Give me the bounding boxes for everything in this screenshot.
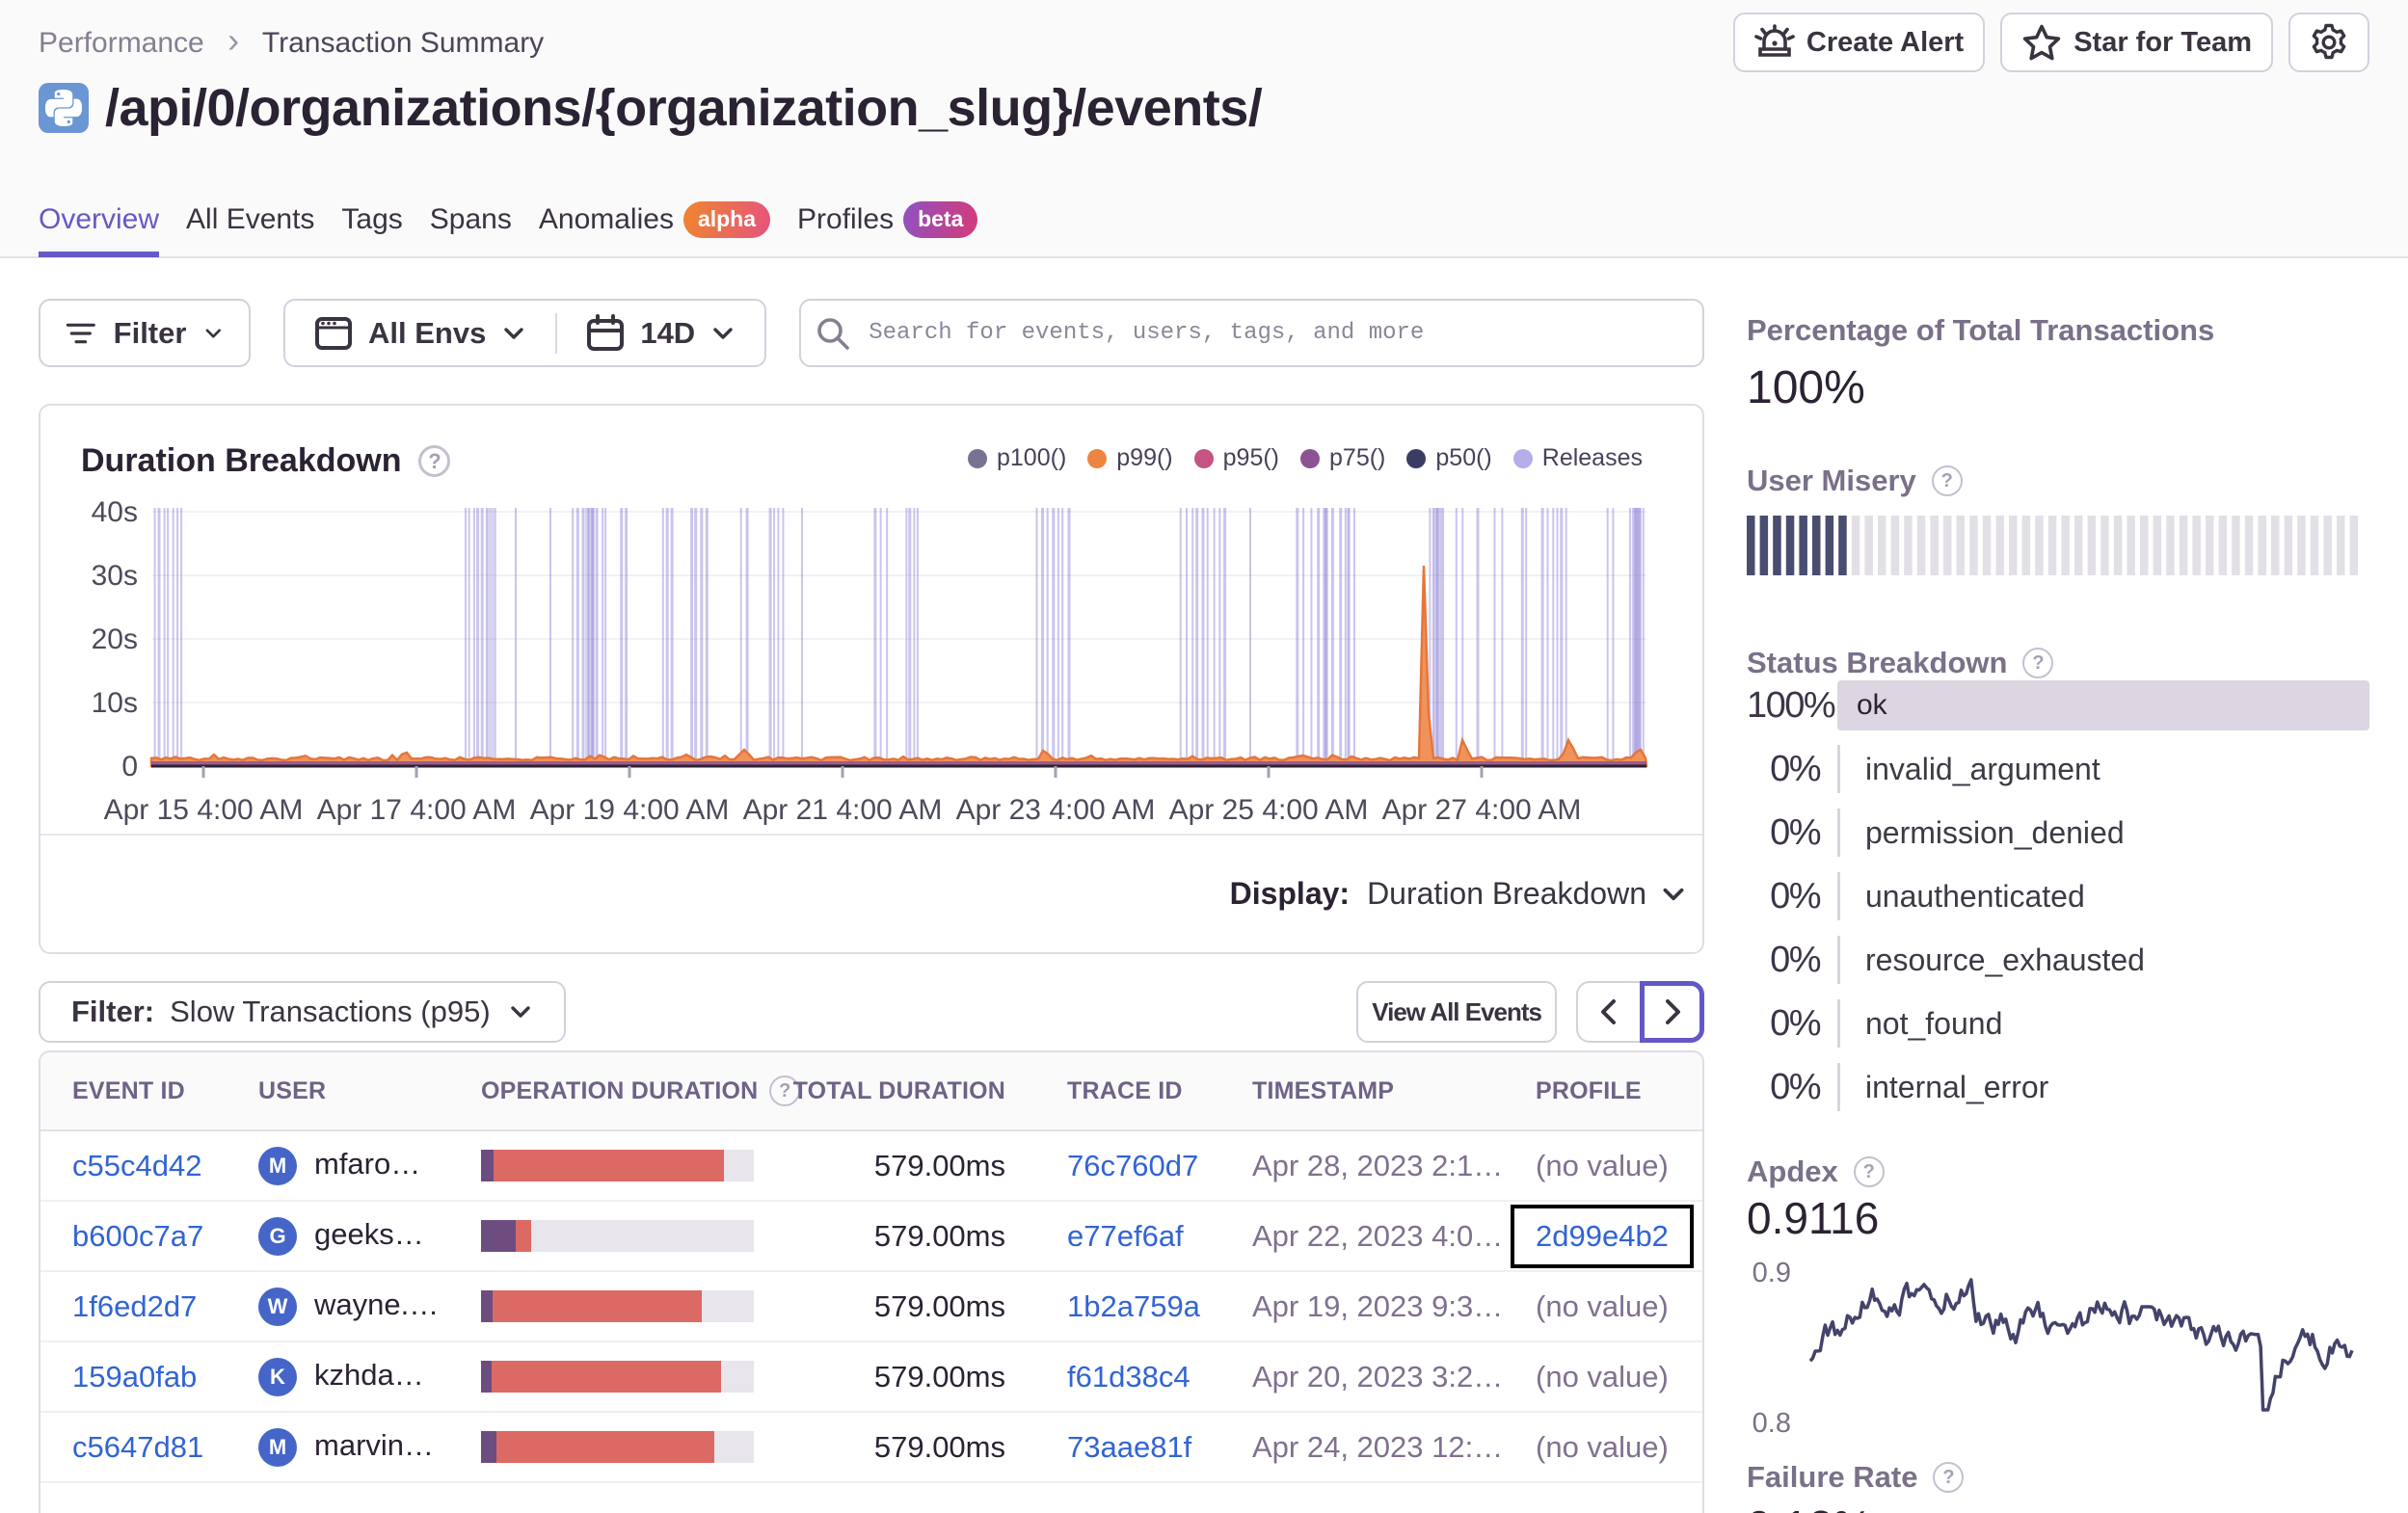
svg-text:Apr 15 4:00 AM: Apr 15 4:00 AM [104,794,304,826]
svg-text:Apr 27 4:00 AM: Apr 27 4:00 AM [1382,794,1582,826]
svg-text:Apr 17 4:00 AM: Apr 17 4:00 AM [317,794,517,826]
svg-text:Apr 25 4:00 AM: Apr 25 4:00 AM [1169,794,1369,826]
svg-text:Apr 21 4:00 AM: Apr 21 4:00 AM [743,794,943,826]
svg-text:10s: 10s [92,687,138,719]
svg-text:Apr 23 4:00 AM: Apr 23 4:00 AM [956,794,1156,826]
svg-text:20s: 20s [92,624,138,655]
svg-text:0.8: 0.8 [1752,1408,1791,1439]
svg-text:Apr 19 4:00 AM: Apr 19 4:00 AM [530,794,730,826]
svg-text:0: 0 [121,751,138,783]
svg-text:40s: 40s [92,496,138,528]
svg-text:0.9: 0.9 [1752,1259,1791,1288]
svg-text:30s: 30s [92,560,138,592]
